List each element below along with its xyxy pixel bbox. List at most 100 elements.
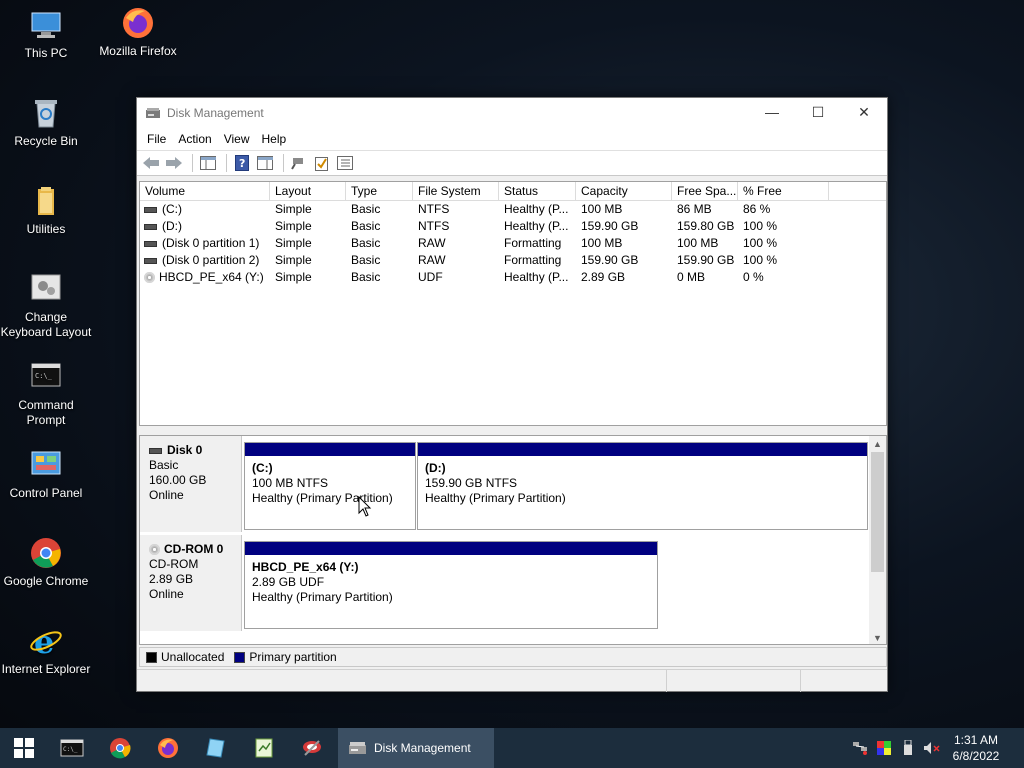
menu-file[interactable]: File xyxy=(141,132,172,146)
show-hide-console-tree-button[interactable] xyxy=(198,153,218,173)
column-header-file-system[interactable]: File System xyxy=(413,182,499,200)
svg-text:?: ? xyxy=(239,157,245,170)
drive-icon xyxy=(144,206,157,213)
table-row[interactable]: (C:) Simple Basic NTFS Healthy (P... 100… xyxy=(140,201,886,218)
start-button[interactable] xyxy=(0,728,48,768)
scrollbar-thumb[interactable] xyxy=(871,452,884,572)
disk-state: Online xyxy=(149,488,184,502)
properties-pane-button[interactable] xyxy=(255,153,275,173)
column-header-percent-free[interactable]: % Free xyxy=(738,182,829,200)
partition-size: 2.89 GB UDF xyxy=(252,575,325,589)
unallocated-swatch xyxy=(146,651,157,663)
desktop-icon-recycle-bin[interactable]: Recycle Bin xyxy=(0,96,92,149)
connect-icon xyxy=(291,158,303,170)
desktop-icon-firefox[interactable]: Mozilla Firefox xyxy=(92,6,184,59)
command-prompt-icon: C:\_ xyxy=(29,360,63,394)
minimize-button[interactable]: — xyxy=(749,98,795,126)
type-cell: Basic xyxy=(351,219,381,233)
pct-free-cell: 100 % xyxy=(743,253,778,267)
toolbar: ? xyxy=(137,150,887,176)
partition-name: (C:) xyxy=(252,461,273,475)
desktop-icon-utilities[interactable]: Utilities xyxy=(0,184,92,237)
table-row[interactable]: HBCD_PE_x64 (Y:) Simple Basic UDF Health… xyxy=(140,269,886,286)
menu-action[interactable]: Action xyxy=(172,132,217,146)
scroll-down-arrow-icon[interactable]: ▼ xyxy=(869,630,886,644)
partition-c[interactable]: (C:) 100 MB NTFS Healthy (Primary Partit… xyxy=(244,442,416,530)
desktop-icon-chrome[interactable]: Google Chrome xyxy=(0,536,92,589)
back-button[interactable] xyxy=(141,153,161,173)
taskbar-command-prompt[interactable]: C:\_ xyxy=(48,728,96,768)
vertical-scrollbar[interactable]: ▲ ▼ xyxy=(869,436,886,644)
capacity-cell: 2.89 GB xyxy=(581,270,626,284)
column-header-type[interactable]: Type xyxy=(346,182,413,200)
disk-size: 160.00 GB xyxy=(149,473,207,487)
disk-0-info[interactable]: Disk 0 Basic 160.00 GB Online xyxy=(140,436,242,532)
table-row[interactable]: (Disk 0 partition 2) Simple Basic RAW Fo… xyxy=(140,252,886,269)
column-header-layout[interactable]: Layout xyxy=(270,182,346,200)
desktop-icon-this-pc[interactable]: This PC xyxy=(0,8,92,61)
menu-help[interactable]: Help xyxy=(256,132,293,146)
column-header-status[interactable]: Status xyxy=(499,182,576,200)
firefox-icon xyxy=(121,6,155,40)
pct-free-cell: 0 % xyxy=(743,270,764,284)
desktop-icon-command-prompt[interactable]: C:\_ Command Prompt xyxy=(0,360,92,428)
desktop-icon-label: Command Prompt xyxy=(18,398,74,427)
clock[interactable]: 1:31 AM 6/8/2022 xyxy=(944,732,1008,764)
desktop-icon-label: This PC xyxy=(24,46,68,60)
layout-cell: Simple xyxy=(275,253,312,267)
network-tray-icon[interactable] xyxy=(848,728,872,768)
taskbar-chrome[interactable] xyxy=(96,728,144,768)
close-button[interactable]: ✕ xyxy=(841,98,887,126)
column-header-free-space[interactable]: Free Spa... xyxy=(672,182,738,200)
scroll-up-arrow-icon[interactable]: ▲ xyxy=(869,436,886,452)
pct-free-cell: 100 % xyxy=(743,236,778,250)
disk-management-window: Disk Management — ☐ ✕ File Action View H… xyxy=(136,97,888,692)
table-row[interactable]: (D:) Simple Basic NTFS Healthy (P... 159… xyxy=(140,218,886,235)
disk-state: Online xyxy=(149,587,184,601)
desktop-icon-label: Mozilla Firefox xyxy=(99,44,177,58)
partition-size: 159.90 GB NTFS xyxy=(425,476,518,490)
status-bar xyxy=(137,669,887,692)
taskbar-tool[interactable] xyxy=(288,728,336,768)
usb-tray-icon[interactable] xyxy=(896,728,920,768)
list-view-button[interactable] xyxy=(335,153,355,173)
desktop-icon-internet-explorer[interactable]: e Internet Explorer xyxy=(0,623,92,677)
folder-icon xyxy=(29,184,63,218)
taskbar-disk-management[interactable]: Disk Management xyxy=(338,728,494,768)
free-cell: 159.90 GB xyxy=(677,253,735,267)
menu-view[interactable]: View xyxy=(218,132,256,146)
type-cell: Basic xyxy=(351,253,381,267)
partition-d[interactable]: (D:) 159.90 GB NTFS Healthy (Primary Par… xyxy=(417,442,868,530)
desktop-icon-control-panel[interactable]: Control Panel xyxy=(0,448,92,501)
forward-button[interactable] xyxy=(164,153,184,173)
check-button[interactable] xyxy=(312,153,332,173)
cdrom-0-row: CD-ROM 0 CD-ROM 2.89 GB Online HBCD_PE_x… xyxy=(140,535,871,631)
color-tray-icon[interactable] xyxy=(872,728,896,768)
capacity-cell: 100 MB xyxy=(581,236,623,250)
cdrom-0-info[interactable]: CD-ROM 0 CD-ROM 2.89 GB Online xyxy=(140,535,242,631)
fs-cell: NTFS xyxy=(418,202,450,216)
table-row[interactable]: (Disk 0 partition 1) Simple Basic RAW Fo… xyxy=(140,235,886,252)
column-header-volume[interactable]: Volume xyxy=(140,182,270,200)
partition-y[interactable]: HBCD_PE_x64 (Y:) 2.89 GB UDF Healthy (Pr… xyxy=(244,541,658,629)
desktop-icon-label: Change Keyboard Layout xyxy=(0,310,92,339)
desktop-icon-keyboard-layout[interactable]: Change Keyboard Layout xyxy=(0,272,92,340)
firefox-icon xyxy=(158,738,178,758)
menu-bar: File Action View Help xyxy=(137,128,887,150)
title-bar[interactable]: Disk Management — ☐ ✕ xyxy=(137,98,887,128)
chrome-icon xyxy=(110,738,131,759)
taskbar-firefox[interactable] xyxy=(144,728,192,768)
volume-muted-icon[interactable] xyxy=(920,728,944,768)
taskbar-notepad[interactable] xyxy=(192,728,240,768)
partition-status: Healthy (Primary Partition) xyxy=(425,491,566,505)
svg-text:e: e xyxy=(34,624,54,658)
help-button[interactable]: ? xyxy=(232,153,252,173)
drive-icon xyxy=(144,223,157,230)
notepad-icon xyxy=(206,738,225,758)
connect-button[interactable] xyxy=(289,153,309,173)
disk-icon xyxy=(149,447,162,454)
taskbar-editor[interactable] xyxy=(240,728,288,768)
column-header-capacity[interactable]: Capacity xyxy=(576,182,672,200)
maximize-button[interactable]: ☐ xyxy=(795,98,841,126)
clock-time: 1:31 AM xyxy=(953,733,999,747)
